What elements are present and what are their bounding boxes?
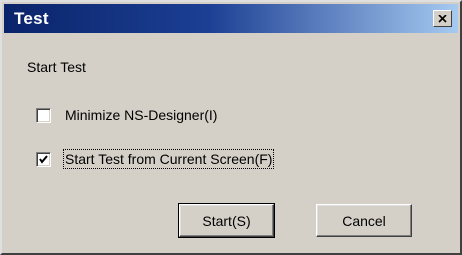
start-from-current-checkbox-label[interactable]: Start Test from Current Screen(F) bbox=[62, 149, 275, 169]
start-from-current-checkbox[interactable] bbox=[36, 151, 51, 167]
minimize-checkbox-row[interactable]: Minimize NS-Designer(I) bbox=[36, 107, 217, 123]
minimize-checkbox[interactable] bbox=[36, 107, 51, 123]
window-title: Test bbox=[14, 9, 49, 28]
start-from-current-checkbox-row[interactable]: Start Test from Current Screen(F) bbox=[36, 149, 275, 169]
start-test-label: Start Test bbox=[27, 59, 86, 75]
close-button[interactable] bbox=[433, 10, 452, 27]
title-bar[interactable]: Test bbox=[4, 4, 458, 33]
test-dialog: Test Start Test Minimize NS-Designer(I) … bbox=[0, 0, 462, 255]
minimize-checkbox-label[interactable]: Minimize NS-Designer(I) bbox=[65, 107, 217, 123]
close-icon bbox=[438, 14, 447, 23]
cancel-button[interactable]: Cancel bbox=[316, 204, 412, 237]
checkmark-icon bbox=[39, 154, 48, 164]
start-button[interactable]: Start(S) bbox=[178, 203, 275, 238]
